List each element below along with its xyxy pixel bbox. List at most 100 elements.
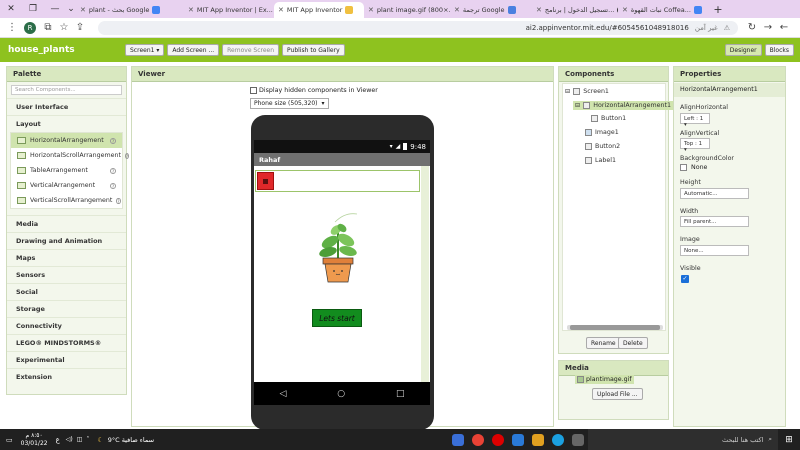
tree-image1[interactable]: Image1 xyxy=(585,129,619,136)
publish-gallery-button[interactable]: Publish to Gallery xyxy=(282,44,345,56)
width-input[interactable]: Fill parent... xyxy=(680,216,749,227)
category-storage[interactable]: Storage xyxy=(7,300,126,317)
close-tab-icon[interactable]: ✕ xyxy=(278,6,284,14)
category-maps[interactable]: Maps xyxy=(7,249,126,266)
avatar[interactable]: R xyxy=(24,21,36,34)
warning-icon[interactable]: ⚠ xyxy=(724,24,730,32)
tree-button2[interactable]: Button2 xyxy=(585,143,620,150)
category-user-interface[interactable]: User Interface xyxy=(7,98,126,115)
phone-size-select[interactable]: Phone size (505,320) ▾ xyxy=(250,98,329,109)
palette-item[interactable]: VerticalArrangement? xyxy=(11,178,122,193)
browser-tab[interactable]: ✕ plant image.gif (800×... xyxy=(364,2,450,18)
help-icon[interactable]: ? xyxy=(124,152,130,159)
height-input[interactable]: Automatic... xyxy=(680,188,749,199)
category-experimental[interactable]: Experimental xyxy=(7,351,126,368)
volume-icon[interactable]: ◁) xyxy=(66,436,73,443)
browser-tab[interactable]: ✕ تسجيل الدخول | برنامج... xyxy=(532,2,618,18)
recents-icon[interactable]: □ xyxy=(396,389,405,399)
category-connectivity[interactable]: Connectivity xyxy=(7,317,126,334)
address-bar[interactable]: ai2.appinventor.mit.edu/#605456104891801… xyxy=(98,20,738,35)
lets-start-button[interactable]: Lets start xyxy=(312,309,362,327)
palette-item[interactable]: VerticalScrollArrangement? xyxy=(11,193,122,208)
share-icon[interactable]: ⇪ xyxy=(72,22,88,33)
category-social[interactable]: Social xyxy=(7,283,126,300)
collapse-icon[interactable]: ⊟ xyxy=(575,102,580,109)
palette-item[interactable]: HorizontalArrangement? xyxy=(11,133,122,148)
file-explorer-icon[interactable] xyxy=(532,433,544,446)
category-layout[interactable]: Layout xyxy=(7,115,126,132)
remove-screen-button[interactable]: Remove Screen xyxy=(222,44,280,56)
delete-button[interactable]: Delete xyxy=(618,337,648,349)
edge-icon[interactable] xyxy=(552,433,564,446)
tree-button1[interactable]: Button1 xyxy=(591,115,626,122)
minimize-icon[interactable]: — xyxy=(44,0,66,18)
align-vertical-select[interactable]: Top : 1 ▾ xyxy=(680,138,710,153)
clock[interactable]: ٨:٥٠ م 03/01/22 xyxy=(21,432,48,448)
align-horizontal-select[interactable]: Left : 1 ▾ xyxy=(680,113,710,128)
network-icon[interactable]: ◫ xyxy=(77,436,83,443)
browser-tab[interactable]: ✕ ترجمة Google xyxy=(450,2,532,18)
browser-tab-active[interactable]: ✕ MIT App Inventor xyxy=(274,2,364,18)
close-tab-icon[interactable]: ✕ xyxy=(368,6,374,14)
image-input[interactable]: None... xyxy=(680,245,749,256)
tab-list-icon[interactable]: ⌄ xyxy=(66,0,76,18)
collapse-icon[interactable]: ⊟ xyxy=(565,88,570,95)
chrome-icon[interactable] xyxy=(472,433,484,446)
new-tab-button[interactable]: + xyxy=(710,3,726,16)
notification-icon[interactable]: ▭ xyxy=(6,436,13,444)
help-icon[interactable]: ? xyxy=(110,182,116,189)
close-tab-icon[interactable]: ✕ xyxy=(80,6,86,14)
opera-icon[interactable] xyxy=(492,433,504,446)
task-view-icon[interactable] xyxy=(572,433,584,446)
browser-tab[interactable]: ✕ plant - بحث Google xyxy=(76,2,184,18)
add-screen-button[interactable]: Add Screen ... xyxy=(167,44,220,56)
category-media[interactable]: Media xyxy=(7,215,126,232)
background-color-picker[interactable]: None xyxy=(680,164,707,171)
screen-select-button[interactable]: Screen1 ▾ xyxy=(125,44,165,56)
mail-icon[interactable] xyxy=(512,433,524,446)
taskbar-app-icon[interactable] xyxy=(452,433,464,446)
bookmark-star-icon[interactable]: ☆ xyxy=(56,22,72,33)
close-tab-icon[interactable]: ✕ xyxy=(536,6,542,14)
designer-button[interactable]: Designer xyxy=(724,44,762,56)
browser-tab[interactable]: ✕ MIT App Inventor | Ex... xyxy=(184,2,274,18)
upload-file-button[interactable]: Upload File ... xyxy=(592,388,643,400)
close-tab-icon[interactable]: ✕ xyxy=(188,6,194,14)
tree-label1[interactable]: Label1 xyxy=(585,157,616,164)
horizontal-arrangement[interactable] xyxy=(255,170,420,192)
maximize-icon[interactable]: ❐ xyxy=(22,0,44,18)
hidden-components-checkbox[interactable] xyxy=(250,87,257,94)
tree-scrollbar[interactable] xyxy=(567,325,663,330)
category-extension[interactable]: Extension xyxy=(7,368,126,385)
category-drawing[interactable]: Drawing and Animation xyxy=(7,232,126,249)
back-icon[interactable]: ← xyxy=(776,22,792,33)
help-icon[interactable]: ? xyxy=(110,137,116,144)
taskbar-search[interactable]: اكتب هنا للبحث ⌕ xyxy=(588,429,778,450)
menu-icon[interactable]: ⋮ xyxy=(4,22,20,33)
forward-icon[interactable]: → xyxy=(760,22,776,33)
search-input[interactable]: Search Components... xyxy=(11,85,122,95)
browser-tab[interactable]: ✕ نبات القهوة Coffea... xyxy=(618,2,710,18)
tree-screen1[interactable]: ⊟ Screen1 xyxy=(565,88,609,95)
windows-start-icon[interactable]: ⊞ xyxy=(778,435,800,445)
media-file[interactable]: plantimage.gif xyxy=(575,375,634,384)
back-icon[interactable]: ◁ xyxy=(279,389,286,399)
palette-item[interactable]: HorizontalScrollArrangement? xyxy=(11,148,130,163)
extensions-icon[interactable]: ⧉ xyxy=(40,22,56,33)
rename-button[interactable]: Rename xyxy=(586,337,621,349)
category-lego[interactable]: LEGO® MINDSTORMS® xyxy=(7,334,126,351)
help-icon[interactable]: ? xyxy=(110,167,116,174)
help-icon[interactable]: ? xyxy=(116,197,121,204)
visible-checkbox[interactable]: ✓ xyxy=(681,275,689,283)
blocks-button[interactable]: Blocks xyxy=(764,44,794,56)
reload-icon[interactable]: ↻ xyxy=(744,22,760,33)
close-tab-icon[interactable]: ✕ xyxy=(454,6,460,14)
category-sensors[interactable]: Sensors xyxy=(7,266,126,283)
weather-text[interactable]: 9°C سماء صافية xyxy=(108,436,154,444)
language-indicator[interactable]: ع xyxy=(56,436,60,444)
button1[interactable] xyxy=(257,172,274,190)
palette-item[interactable]: TableArrangement? xyxy=(11,163,122,178)
close-window-icon[interactable]: ✕ xyxy=(0,0,22,18)
chevron-up-icon[interactable]: ˄ xyxy=(86,436,89,443)
tree-horizontal-arrangement[interactable]: ⊟ HorizontalArrangement1 xyxy=(573,101,674,110)
